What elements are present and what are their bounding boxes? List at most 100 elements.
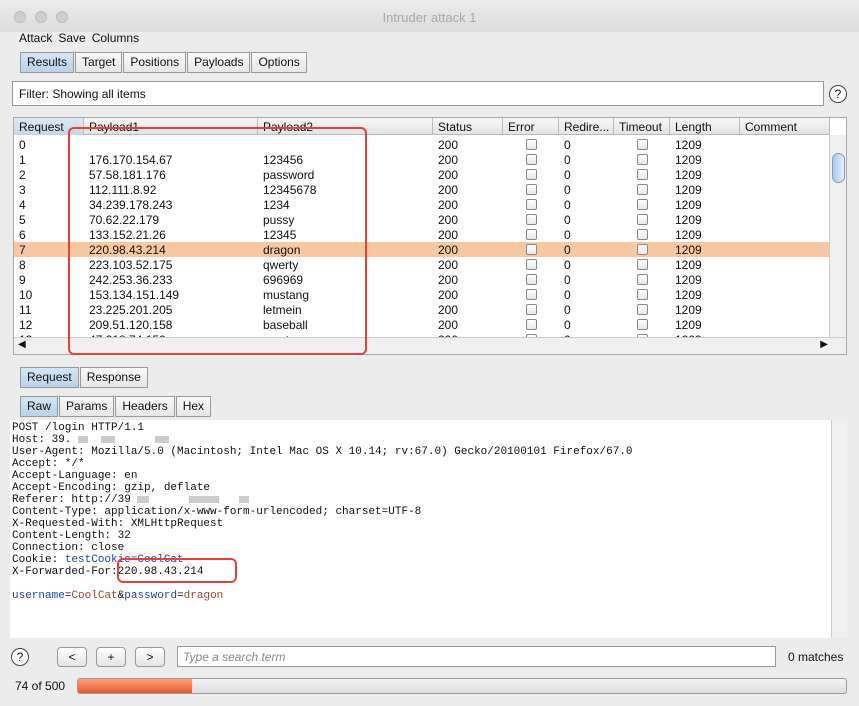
menu-attack[interactable]: Attack [19, 31, 52, 45]
scroll-right-icon[interactable]: ▶ [820, 339, 828, 350]
search-input[interactable]: Type a search term [177, 646, 776, 667]
annotation-box-payloads [68, 127, 367, 355]
checkbox [526, 229, 537, 240]
column-header[interactable]: Status [433, 118, 503, 135]
table-cell: 0 [564, 318, 571, 332]
raw-request-editor[interactable]: POST /login HTTP/1.1 Host: 39. User-Agent… [10, 420, 831, 638]
table-cell: 200 [438, 303, 459, 317]
table-cell: 0 [564, 243, 571, 257]
tab-target[interactable]: Target [75, 52, 123, 73]
request-line-text: Host: 39. [12, 434, 72, 446]
tab-hex[interactable]: Hex [175, 396, 212, 417]
tab-payloads[interactable]: Payloads [187, 52, 251, 73]
table-cell: 2 [19, 168, 26, 182]
table-cell: 4 [19, 198, 26, 212]
title-bar: Intruder attack 1 [0, 0, 859, 32]
checkbox [526, 154, 537, 165]
request-line: Host: 39. [12, 434, 829, 446]
table-cell: 1209 [675, 243, 702, 257]
column-header[interactable]: Timeout [614, 118, 670, 135]
xff-label: X-Forwarded-For: [12, 566, 118, 578]
table-cell: 0 [564, 273, 571, 287]
checkbox [526, 289, 537, 300]
main-tabs: Results Target Positions Payloads Option… [20, 52, 308, 73]
table-cell: 0 [564, 288, 571, 302]
table-cell: 1209 [675, 228, 702, 242]
column-header[interactable]: Length [670, 118, 740, 135]
next-match-button[interactable]: > [135, 647, 165, 667]
tab-response[interactable]: Response [79, 367, 148, 388]
tab-results[interactable]: Results [20, 52, 75, 73]
window-title: Intruder attack 1 [382, 10, 477, 25]
table-cell: 200 [438, 198, 459, 212]
request-line-text: POST /login HTTP/1.1 [12, 422, 145, 434]
redacted-text [131, 494, 250, 506]
checkbox [637, 304, 648, 315]
menu-save[interactable]: Save [58, 31, 85, 45]
table-cell: 0 [564, 228, 571, 242]
table-cell: 200 [438, 288, 459, 302]
table-cell: 5 [19, 213, 26, 227]
checkbox [526, 304, 537, 315]
request-line: Referer: http://39 [12, 494, 829, 506]
checkbox [637, 184, 648, 195]
checkbox [637, 229, 648, 240]
request-line: X-Requested-With: XMLHttpRequest [12, 518, 829, 530]
table-cell: 0 [19, 138, 26, 152]
checkbox [526, 259, 537, 270]
table-cell: 8 [19, 258, 26, 272]
tab-options[interactable]: Options [251, 52, 307, 73]
editor-scrollbar[interactable] [831, 420, 847, 638]
request-line-text: Accept-Encoding: gzip, deflate [12, 482, 211, 494]
scroll-left-icon[interactable]: ◀ [18, 339, 26, 350]
table-cell: 200 [438, 318, 459, 332]
table-cell: 200 [438, 183, 459, 197]
filter-bar[interactable]: Filter: Showing all items [12, 81, 824, 106]
menu-columns[interactable]: Columns [92, 31, 139, 45]
menu-bar: Attack Save Columns [19, 31, 139, 45]
table-cell: 7 [19, 243, 26, 257]
checkbox [637, 169, 648, 180]
request-line-text: Content-Type: application/x-www-form-url… [12, 506, 422, 518]
table-cell: 0 [564, 303, 571, 317]
table-cell: 1209 [675, 168, 702, 182]
checkbox [526, 139, 537, 150]
checkbox [526, 169, 537, 180]
table-cell: 200 [438, 138, 459, 152]
column-header[interactable]: Redire... [559, 118, 614, 135]
table-cell: 10 [19, 288, 33, 302]
tab-headers[interactable]: Headers [115, 396, 175, 417]
table-cell: 1209 [675, 153, 702, 167]
tab-raw[interactable]: Raw [20, 396, 59, 417]
table-cell: 9 [19, 273, 26, 287]
request-line-text: Accept-Language: en [12, 470, 138, 482]
progress-bar [77, 678, 847, 694]
tab-request[interactable]: Request [20, 367, 79, 388]
table-cell: 200 [438, 213, 459, 227]
checkbox [637, 259, 648, 270]
request-line-text: Content-Length: 32 [12, 530, 131, 542]
table-cell: 200 [438, 273, 459, 287]
request-line-text: X-Requested-With: XMLHttpRequest [12, 518, 224, 530]
add-button[interactable]: + [96, 647, 126, 667]
tab-params[interactable]: Params [59, 396, 115, 417]
help-icon[interactable]: ? [829, 85, 847, 103]
checkbox [637, 319, 648, 330]
vertical-scrollbar[interactable] [829, 135, 846, 339]
table-cell: 1209 [675, 318, 702, 332]
body-key: username [12, 590, 65, 602]
tab-positions[interactable]: Positions [123, 52, 187, 73]
table-cell: 1209 [675, 198, 702, 212]
previous-match-button[interactable]: < [57, 647, 87, 667]
table-cell: 0 [564, 168, 571, 182]
column-header[interactable]: Error [503, 118, 559, 135]
table-cell: 0 [564, 213, 571, 227]
scroll-thumb[interactable] [832, 153, 845, 183]
request-line: Connection: close [12, 542, 829, 554]
table-cell: 6 [19, 228, 26, 242]
help-icon[interactable]: ? [11, 648, 29, 666]
column-header[interactable]: Comment [740, 118, 830, 135]
progress-label: 74 of 500 [15, 679, 66, 693]
request-line: Accept-Language: en [12, 470, 829, 482]
request-line-text: User-Agent: Mozilla/5.0 (Macintosh; Inte… [12, 446, 633, 458]
